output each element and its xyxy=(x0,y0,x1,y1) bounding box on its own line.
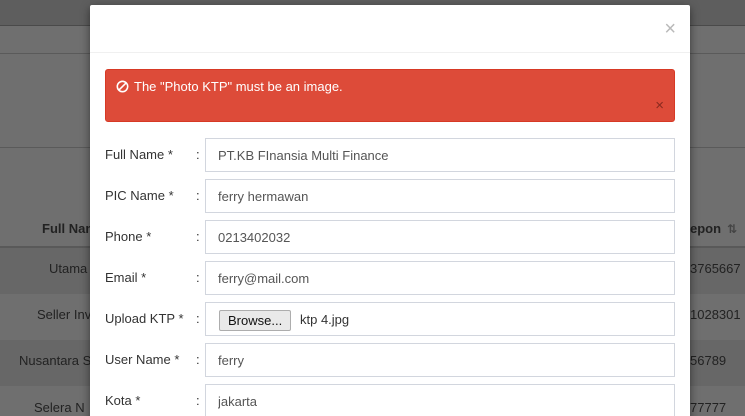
upload-ktp-label: Upload KTP * xyxy=(105,311,184,326)
table-cell-phone: 1028301 xyxy=(690,307,741,322)
modal-header: × xyxy=(90,5,690,53)
column-header-telepon-label: epon xyxy=(690,221,722,236)
table-cell-phone: 56789 xyxy=(690,353,727,368)
alert-close-button[interactable]: × xyxy=(655,98,664,113)
field-separator: : xyxy=(196,393,200,408)
pic-name-label: PIC Name * xyxy=(105,188,174,203)
kota-input[interactable] xyxy=(205,384,675,416)
sort-icon[interactable]: ⇅ xyxy=(727,222,737,236)
form-row-full-name: Full Name * : xyxy=(105,138,675,172)
field-separator: : xyxy=(196,352,200,367)
phone-input[interactable] xyxy=(205,220,675,254)
user-name-label: User Name * xyxy=(105,352,180,367)
field-separator: : xyxy=(196,270,200,285)
upload-ktp-file-input[interactable]: Browse... ktp 4.jpg xyxy=(205,302,675,336)
ban-icon xyxy=(116,80,129,93)
pic-name-input[interactable] xyxy=(205,179,675,213)
column-header-telepon[interactable]: epon ⇅ xyxy=(690,221,737,236)
email-input[interactable] xyxy=(205,261,675,295)
browse-button[interactable]: Browse... xyxy=(219,310,292,331)
form-row-user-name: User Name * : xyxy=(105,343,675,377)
error-alert: The "Photo KTP" must be an image. × xyxy=(105,69,675,122)
modal-close-button[interactable]: × xyxy=(664,19,676,39)
table-cell-name: Utama xyxy=(49,261,88,276)
table-cell-name: Nusantara S xyxy=(19,353,92,368)
form-row-upload-ktp: Upload KTP * : Browse... ktp 4.jpg xyxy=(105,302,675,336)
form-row-kota: Kota * : xyxy=(105,384,675,416)
alert-message: The "Photo KTP" must be an image. xyxy=(134,79,343,94)
column-header-full-name[interactable]: Full Nam xyxy=(42,221,97,236)
full-name-label: Full Name * xyxy=(105,147,173,162)
field-separator: : xyxy=(196,311,200,326)
table-cell-phone: 3765667 xyxy=(690,261,741,276)
modal-dialog: × The "Photo KTP" must be an image. × Fu… xyxy=(90,5,690,416)
table-cell-name: Selera N xyxy=(34,400,85,415)
full-name-input[interactable] xyxy=(205,138,675,172)
table-cell-phone: 77777 xyxy=(690,400,727,415)
email-label: Email * xyxy=(105,270,147,285)
form-row-pic-name: PIC Name * : xyxy=(105,179,675,213)
form-row-email: Email * : xyxy=(105,261,675,295)
field-separator: : xyxy=(196,229,200,244)
selected-file-name: ktp 4.jpg xyxy=(300,312,350,327)
field-separator: : xyxy=(196,147,200,162)
form-row-phone: Phone * : xyxy=(105,220,675,254)
field-separator: : xyxy=(196,188,200,203)
phone-label: Phone * xyxy=(105,229,152,244)
table-cell-name: Seller Inv xyxy=(37,307,92,322)
user-name-input[interactable] xyxy=(205,343,675,377)
kota-label: Kota * xyxy=(105,393,141,408)
